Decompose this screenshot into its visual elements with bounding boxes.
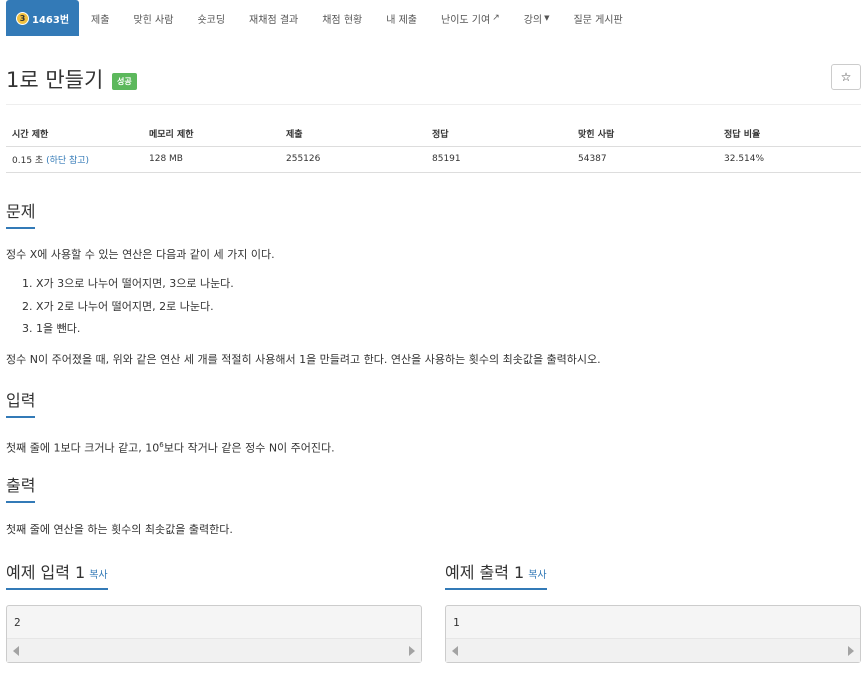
header-time-limit: 시간 제한	[6, 122, 143, 147]
tab-rejudge-results[interactable]: 재채점 결과	[237, 0, 310, 36]
time-limit-cell: 0.15 초 (하단 참고)	[6, 146, 143, 173]
external-link-icon: ↗	[492, 13, 500, 23]
solvers-value: 54387	[572, 146, 718, 173]
scroll-left-icon[interactable]	[452, 646, 458, 656]
header-ratio: 정답 비율	[718, 122, 861, 147]
tab-status[interactable]: 채점 현황	[310, 0, 374, 36]
star-icon: ☆	[840, 70, 852, 84]
tier-badge-icon: 3	[16, 11, 29, 25]
tab-submit[interactable]: 제출	[79, 0, 121, 36]
sample-output-value: 1	[453, 616, 460, 629]
sample-output-heading: 예제 출력 1 복사	[445, 559, 547, 590]
memory-limit-value: 128 MB	[143, 146, 280, 173]
list-item: 2. X가 2로 나누어 떨어지면, 2로 나눈다.	[22, 299, 214, 313]
tab-board[interactable]: 질문 게시판	[562, 0, 635, 36]
table-header-row: 시간 제한 메모리 제한 제출 정답 맞힌 사람 정답 비율	[6, 122, 861, 147]
tab-problem-label: 1463번	[32, 14, 70, 26]
tab-problem[interactable]: 3 1463번	[6, 0, 80, 36]
input-text-after: 보다 작거나 같은 정수 N이 주어진다.	[163, 441, 335, 455]
sample-input-header: 예제 입력 1 복사	[6, 559, 422, 590]
problem-title-row: 1로 만들기 성공 ☆	[6, 62, 861, 96]
sample-output-scrollbar[interactable]	[446, 638, 860, 662]
sample-output-title: 예제 출력 1	[445, 563, 525, 582]
copy-input-button[interactable]: 복사	[89, 570, 107, 581]
title-divider	[6, 104, 861, 105]
list-item: 3. 1을 뺀다.	[22, 322, 81, 335]
tab-difficulty-label: 난이도 기여	[441, 14, 491, 26]
problem-outro: 정수 N이 주어졌을 때, 위와 같은 연산 세 개를 적절히 사용해서 1을 …	[6, 353, 601, 366]
header-memory-limit: 메모리 제한	[143, 122, 280, 147]
tab-lectures[interactable]: 강의 ▼	[512, 0, 562, 36]
time-note-link[interactable]: (하단 참고)	[46, 156, 89, 166]
input-section-header: 입력	[6, 387, 861, 418]
sample-output-header: 예제 출력 1 복사	[445, 559, 861, 590]
list-item: 1. X가 3으로 나누어 떨어지면, 3으로 나눈다.	[22, 277, 234, 290]
problem-intro: 정수 X에 사용할 수 있는 연산은 다음과 같이 세 가지 이다.	[6, 248, 275, 261]
header-solvers: 맞힌 사람	[572, 122, 718, 147]
header-accepted: 정답	[426, 122, 572, 147]
problem-section-header: 문제	[6, 198, 861, 229]
table-row: 0.15 초 (하단 참고) 128 MB 255126 85191 54387…	[6, 146, 861, 173]
tab-my-submissions[interactable]: 내 제출	[374, 0, 429, 36]
tab-solvers[interactable]: 맞힌 사람	[121, 0, 185, 36]
input-description: 첫째 줄에 1보다 크거나 같고, 106보다 작거나 같은 정수 N이 주어진…	[6, 437, 335, 457]
tab-short-coding[interactable]: 숏코딩	[185, 0, 237, 36]
problem-title: 1로 만들기	[6, 68, 104, 92]
scroll-right-icon[interactable]	[409, 646, 415, 656]
time-limit-value: 0.15 초	[12, 155, 44, 166]
sample-input-title: 예제 입력 1	[6, 563, 86, 582]
accepted-value: 85191	[426, 146, 572, 173]
operation-list: 1. X가 3으로 나누어 떨어지면, 3으로 나눈다. 2. X가 2로 나누…	[22, 273, 234, 341]
ratio-value: 32.514%	[718, 146, 861, 173]
output-description: 첫째 줄에 연산을 하는 횟수의 최솟값을 출력한다.	[6, 523, 233, 536]
header-submissions: 제출	[280, 122, 426, 147]
scroll-left-icon[interactable]	[13, 646, 19, 656]
problem-heading: 문제	[6, 198, 36, 229]
sample-input-value: 2	[14, 616, 21, 629]
success-badge: 성공	[112, 73, 137, 90]
problem-nav: 3 1463번 제출 맞힌 사람 숏코딩 재채점 결과 채점 현황 내 제출 난…	[6, 0, 635, 36]
sample-input-box[interactable]: 2	[6, 605, 422, 663]
star-button[interactable]: ☆	[831, 64, 861, 90]
output-heading: 출력	[6, 472, 36, 503]
sample-output-box[interactable]: 1	[445, 605, 861, 663]
sample-input-heading: 예제 입력 1 복사	[6, 559, 108, 590]
sample-input-scrollbar[interactable]	[7, 638, 421, 662]
scroll-right-icon[interactable]	[848, 646, 854, 656]
input-heading: 입력	[6, 387, 36, 418]
output-section-header: 출력	[6, 472, 861, 503]
submissions-value: 255126	[280, 146, 426, 173]
tab-difficulty[interactable]: 난이도 기여 ↗	[429, 0, 512, 36]
problem-info-table: 시간 제한 메모리 제한 제출 정답 맞힌 사람 정답 비율 0.15 초 (하…	[6, 122, 861, 173]
copy-output-button[interactable]: 복사	[528, 570, 546, 581]
tab-lectures-label: 강의	[523, 14, 543, 26]
input-text-before: 첫째 줄에 1보다 크거나 같고, 10	[6, 441, 160, 455]
caret-down-icon: ▼	[544, 14, 550, 22]
